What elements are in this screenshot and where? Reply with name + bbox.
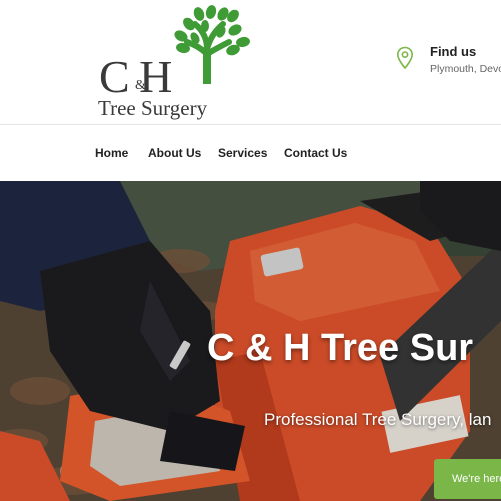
logo-subtitle: Tree Surgery xyxy=(98,96,208,120)
nav-item-contact-us[interactable]: Contact Us xyxy=(284,146,347,160)
logo-ampersand: & xyxy=(135,78,146,93)
find-us-title: Find us xyxy=(430,44,477,59)
map-pin-icon xyxy=(396,46,414,70)
site-header: C H & Tree Surgery Find us Plymouth, Dev… xyxy=(0,0,501,124)
hero-cta-button[interactable]: We're here xyxy=(434,459,501,499)
find-us-location: Plymouth, Devo xyxy=(430,63,501,75)
page: C H & Tree Surgery Find us Plymouth, Dev… xyxy=(0,0,501,501)
hero-title: C & H Tree Sur xyxy=(207,327,474,369)
find-us-block[interactable]: Find us Plymouth, Devo xyxy=(396,44,501,80)
hero-subtitle: Professional Tree Surgery, lan xyxy=(264,410,492,429)
site-logo[interactable]: C H & Tree Surgery xyxy=(95,4,260,119)
nav-item-home[interactable]: Home xyxy=(95,146,128,160)
nav-item-services[interactable]: Services xyxy=(218,146,267,160)
main-nav: Home About Us Services Contact Us xyxy=(0,124,501,181)
hero-banner: C & H Tree Sur Professional Tree Surgery… xyxy=(0,181,501,501)
nav-item-about-us[interactable]: About Us xyxy=(148,146,201,160)
